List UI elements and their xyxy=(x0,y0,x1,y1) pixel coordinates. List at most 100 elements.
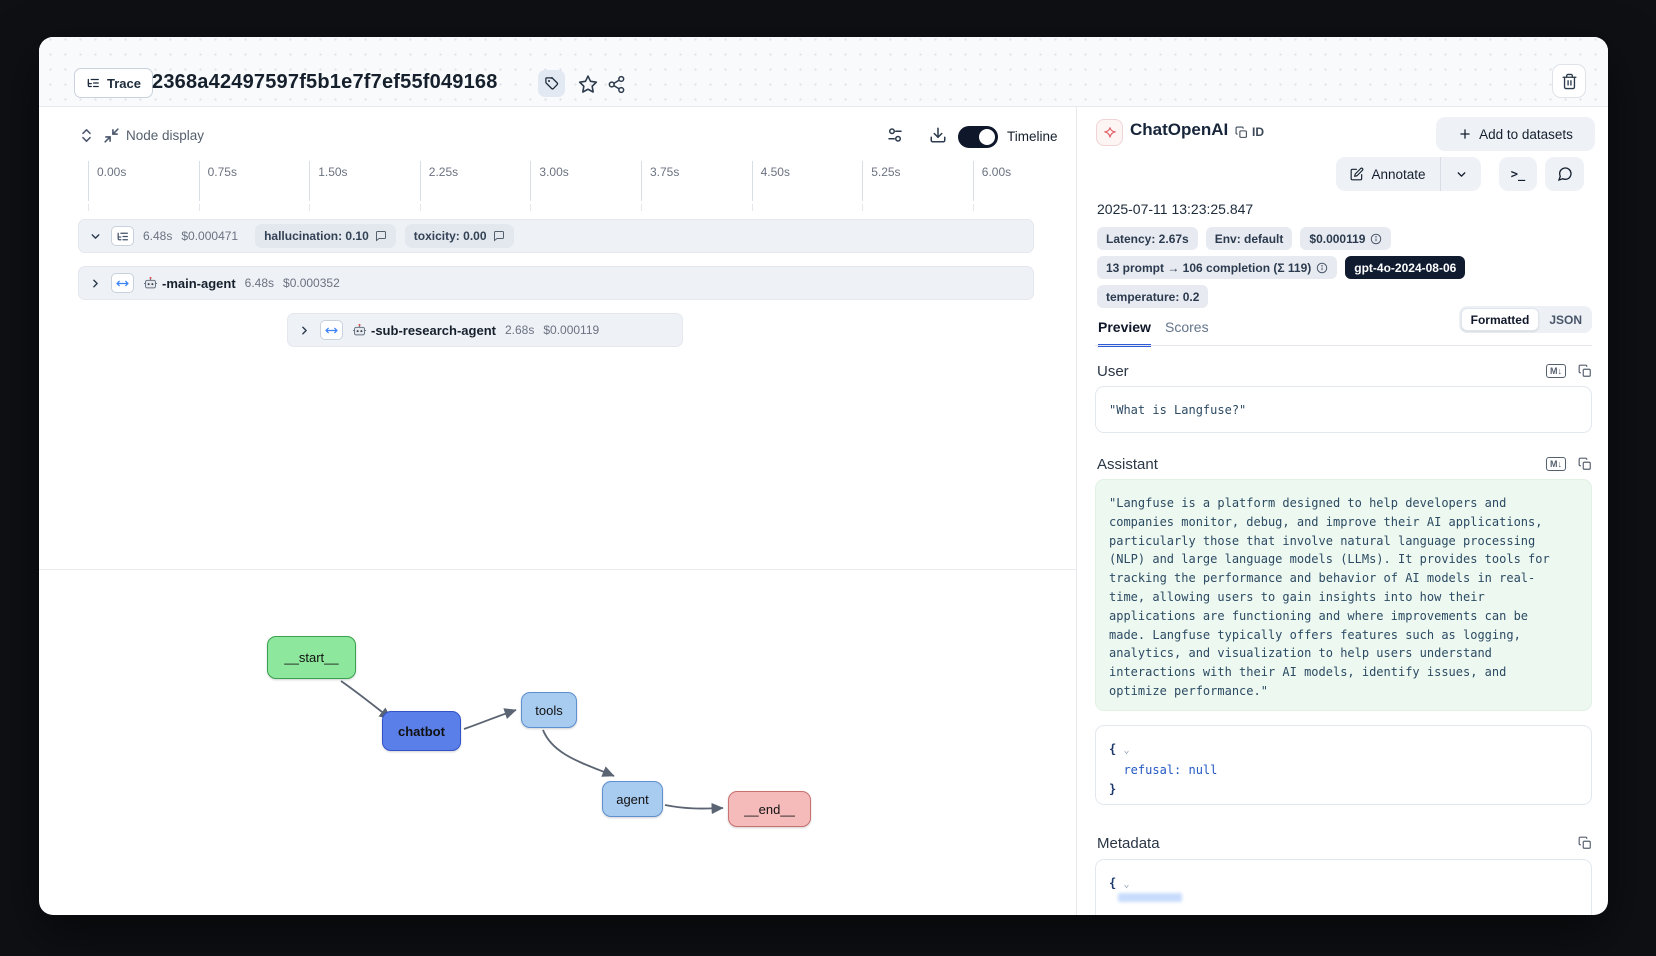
env-badge: Env: default xyxy=(1206,227,1293,250)
tab-scores[interactable]: Scores xyxy=(1165,319,1209,344)
add-to-datasets-button[interactable]: Add to datasets xyxy=(1436,117,1595,151)
temperature-badge: temperature: 0.2 xyxy=(1097,285,1208,308)
generation-type-badge xyxy=(1096,119,1123,146)
span-type-badge xyxy=(111,273,134,293)
format-toggle: Formatted JSON xyxy=(1459,306,1592,333)
collapse-chevron-icon[interactable]: ⌄ xyxy=(1123,745,1129,756)
span-name: -sub-research-agent xyxy=(352,323,496,338)
trash-icon xyxy=(1561,73,1578,90)
id-label: ID xyxy=(1252,125,1264,139)
observation-timestamp: 2025-07-11 13:23:25.847 xyxy=(1097,201,1253,217)
timeline-toggle-label: Timeline xyxy=(1007,129,1058,144)
add-to-datasets-label: Add to datasets xyxy=(1479,127,1573,142)
axis-tick: 4.50s xyxy=(752,161,862,201)
score-pill-hallucination[interactable]: hallucination: 0.10 xyxy=(255,224,396,248)
copy-id-button[interactable]: ID xyxy=(1235,125,1264,139)
badge-row-3: temperature: 0.2 xyxy=(1097,285,1208,308)
axis-tick: 0.75s xyxy=(199,161,309,201)
move-horizontal-icon xyxy=(325,324,338,337)
bookmark-star-button[interactable] xyxy=(577,73,599,95)
timeline-toggle[interactable] xyxy=(958,126,998,148)
playground-button[interactable]: >_ xyxy=(1499,157,1537,191)
tag-button[interactable] xyxy=(538,70,565,97)
sub-agent-span-row[interactable]: -sub-research-agent 2.68s $0.000119 xyxy=(287,313,683,347)
message-circle-icon xyxy=(1557,166,1573,182)
json-refusal-line: refusal: null xyxy=(1109,763,1217,777)
collapse-all-icon[interactable] xyxy=(103,127,120,144)
graph-node-tools[interactable]: tools xyxy=(521,692,577,728)
timeline-toolbar: Node display Timeline xyxy=(39,115,1076,155)
format-formatted-option[interactable]: Formatted xyxy=(1461,308,1540,331)
trace-span-row[interactable]: 6.48s $0.000471 hallucination: 0.10 toxi… xyxy=(78,219,1034,253)
trace-header: Trace 2368a42497597f5b1e7f7ef55f049168 xyxy=(39,37,1608,107)
score-label: toxicity: 0.00 xyxy=(414,229,487,243)
trace-id: 2368a42497597f5b1e7f7ef55f049168 xyxy=(152,71,498,94)
node-label: __end__ xyxy=(744,802,795,817)
info-icon xyxy=(1370,233,1382,245)
agent-graph: __start__ chatbot tools agent __end__ xyxy=(39,569,1077,915)
robot-icon xyxy=(143,276,158,291)
node-display-label: Node display xyxy=(126,128,204,143)
copy-icon[interactable] xyxy=(1578,836,1592,850)
badge-row-2: 13 prompt → 106 completion (Σ 119) gpt-4… xyxy=(1097,256,1465,279)
clipped-text-fragment xyxy=(1118,893,1182,902)
metadata-section-label: Metadata xyxy=(1097,835,1160,852)
chevron-right-icon[interactable] xyxy=(298,324,311,337)
graph-node-end[interactable]: __end__ xyxy=(728,791,811,827)
axis-tick: 6.00s xyxy=(973,161,1063,201)
cost-badge[interactable]: $0.000119 xyxy=(1300,227,1391,250)
tokens-badge[interactable]: 13 prompt → 106 completion (Σ 119) xyxy=(1097,256,1337,279)
star-icon xyxy=(578,74,598,94)
node-label: chatbot xyxy=(398,724,445,739)
annotate-button[interactable]: Annotate xyxy=(1336,157,1440,191)
span-name: -main-agent xyxy=(143,276,236,291)
copy-icon[interactable] xyxy=(1578,364,1592,378)
format-json-option[interactable]: JSON xyxy=(1541,313,1590,327)
main-agent-span-row[interactable]: -main-agent 6.48s $0.000352 xyxy=(78,266,1034,300)
tabs-divider xyxy=(1095,345,1592,346)
plus-icon xyxy=(1458,127,1472,141)
display-settings-icon[interactable] xyxy=(886,126,904,144)
span-cost: $0.000119 xyxy=(543,323,599,337)
graph-node-start[interactable]: __start__ xyxy=(267,636,356,679)
collapse-chevron-icon[interactable]: ⌄ xyxy=(1123,879,1129,890)
assistant-section-icons: M↓ xyxy=(1546,457,1592,471)
score-label: hallucination: 0.10 xyxy=(264,229,369,243)
copy-icon[interactable] xyxy=(1578,457,1592,471)
graph-node-chatbot[interactable]: chatbot xyxy=(382,711,461,751)
graph-node-agent[interactable]: agent xyxy=(602,781,663,817)
comments-button[interactable] xyxy=(1545,157,1584,191)
markdown-toggle-icon[interactable]: M↓ xyxy=(1546,457,1566,471)
toggle-knob xyxy=(979,129,995,145)
terminal-label: >_ xyxy=(1511,167,1525,181)
chevron-right-icon[interactable] xyxy=(89,277,102,290)
list-tree-icon xyxy=(116,230,129,243)
edit-icon xyxy=(1350,167,1364,181)
delete-trace-button[interactable] xyxy=(1552,64,1586,98)
annotate-dropdown-button[interactable] xyxy=(1440,157,1481,191)
share-button[interactable] xyxy=(605,73,627,95)
download-icon[interactable] xyxy=(929,126,947,144)
trace-type-badge: Trace xyxy=(74,68,153,98)
markdown-toggle-icon[interactable]: M↓ xyxy=(1546,364,1566,378)
completion-json-box: { ⌄ refusal: null } xyxy=(1095,725,1592,805)
comment-icon xyxy=(493,230,505,242)
node-label: __start__ xyxy=(284,650,338,665)
screen: { "header": { "trace_label": "Trace", "t… xyxy=(0,0,1656,956)
expand-all-icon[interactable] xyxy=(78,127,95,144)
robot-icon xyxy=(352,323,367,338)
model-badge[interactable]: gpt-4o-2024-08-06 xyxy=(1345,256,1465,279)
score-pill-toxicity[interactable]: toxicity: 0.00 xyxy=(405,224,514,248)
copy-icon xyxy=(1235,126,1248,139)
assistant-message-box: "Langfuse is a platform designed to help… xyxy=(1095,479,1592,711)
chevron-down-icon[interactable] xyxy=(89,230,102,243)
tab-preview[interactable]: Preview xyxy=(1098,319,1151,347)
tag-icon xyxy=(544,76,559,91)
json-close-brace: } xyxy=(1109,782,1116,796)
assistant-section-label: Assistant xyxy=(1097,456,1158,473)
axis-tick: 0.00s xyxy=(88,161,198,201)
user-section-icons: M↓ xyxy=(1546,364,1592,378)
info-icon xyxy=(1316,262,1328,274)
trace-duration: 6.48s xyxy=(143,229,172,243)
node-label: agent xyxy=(616,792,649,807)
